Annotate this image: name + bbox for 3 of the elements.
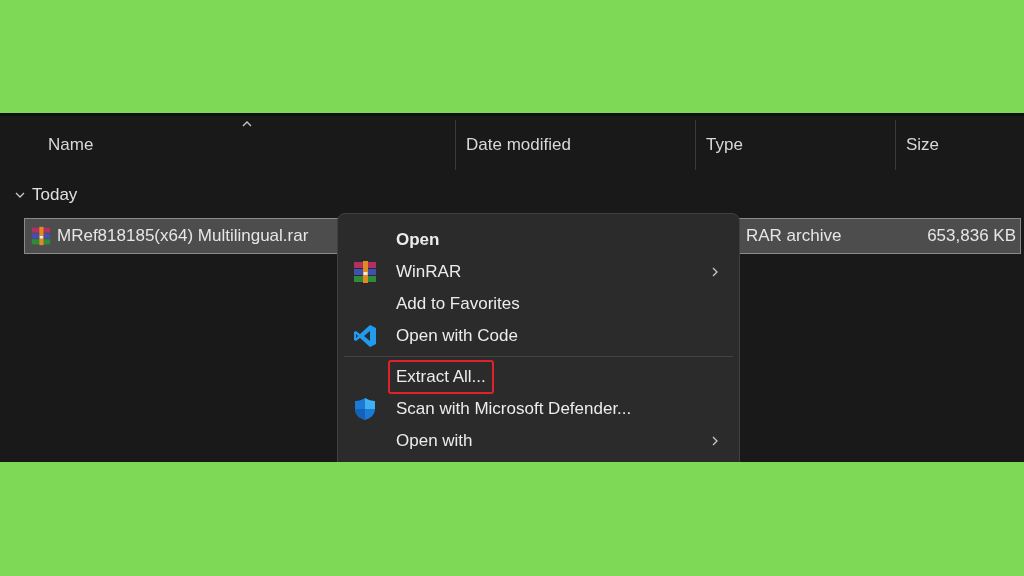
file-size: 653,836 KB (927, 224, 1016, 247)
file-name: MRef818185(x64) Multilingual.rar (57, 224, 309, 247)
file-type: RAR archive (746, 225, 842, 245)
